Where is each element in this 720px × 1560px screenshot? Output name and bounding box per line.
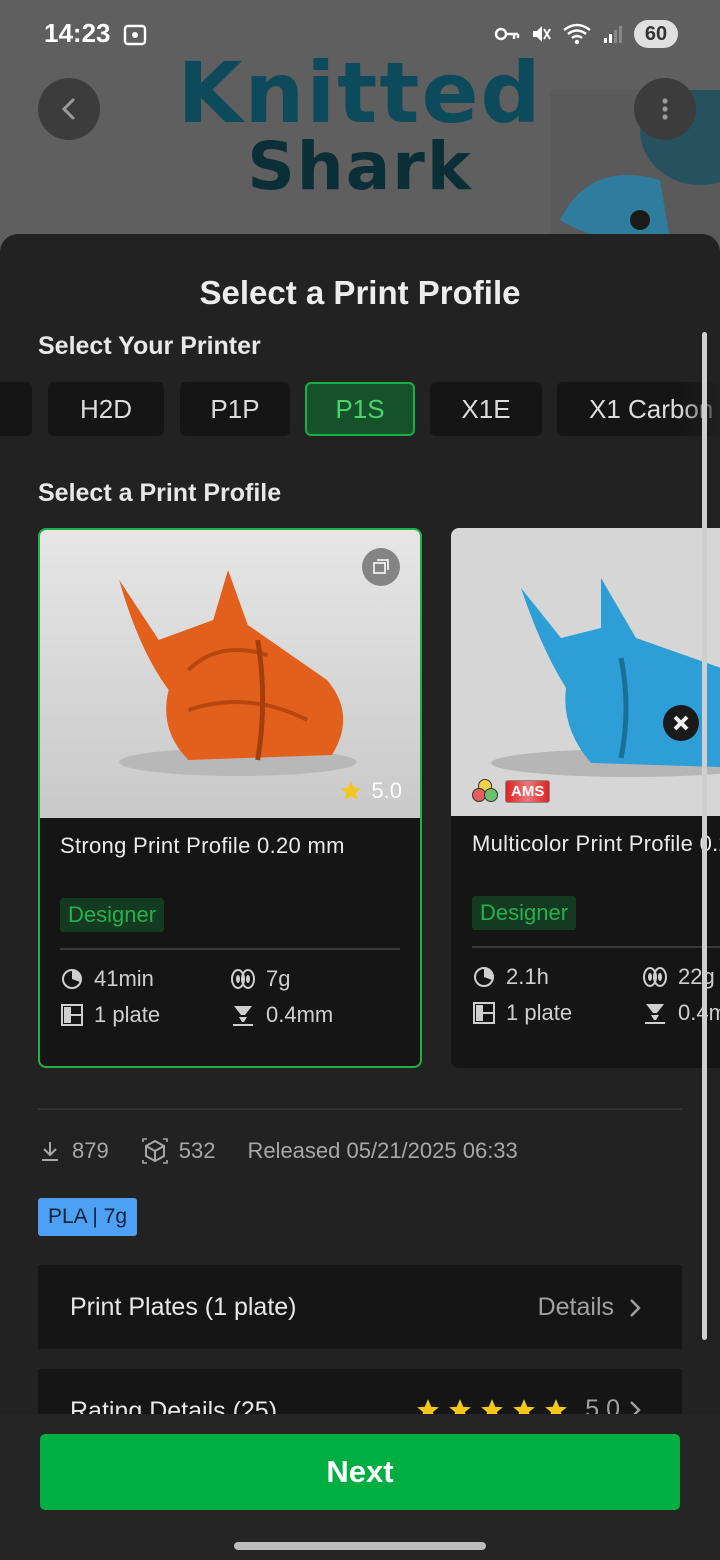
nozzle-icon xyxy=(645,1004,665,1024)
nozzle-stat: 0.4mm xyxy=(642,1000,720,1026)
mute-icon xyxy=(533,26,551,42)
clock-icon xyxy=(474,967,494,987)
sheet-scrollbar[interactable] xyxy=(702,332,707,1340)
profile-title: Strong Print Profile 0.20 mm xyxy=(60,833,345,858)
print-plates-label: Print Plates (1 plate) xyxy=(70,1293,297,1321)
chevron-left-icon xyxy=(61,98,75,120)
print-time-stat: 41min xyxy=(60,966,154,992)
filament-weight-value: 22g xyxy=(678,964,715,989)
more-vertical-icon xyxy=(662,98,668,120)
printer-chip-list: H2D P1P P1S X1E X1 Carbon xyxy=(0,382,720,436)
printer-chip-x1e[interactable]: X1E xyxy=(430,382,542,436)
profile-title: Multicolor Print Profile 0.20 mm xyxy=(472,831,720,856)
print-time-value: 2.1h xyxy=(506,964,549,989)
print-profile-sheet: Select a Print Profile Select Your Print… xyxy=(0,234,720,1560)
profile-card-multicolor[interactable]: AMS Multicolor Print Profile 0.20 mm Des… xyxy=(451,528,720,1068)
printer-chip-p1s[interactable]: P1S xyxy=(305,382,415,436)
plates-value: 1 plate xyxy=(506,1000,573,1025)
designer-badge: Designer xyxy=(472,896,577,930)
sheet-title: Select a Print Profile xyxy=(199,274,521,311)
designer-badge: Designer xyxy=(60,898,165,932)
key-icon xyxy=(494,27,520,41)
card-divider xyxy=(60,948,400,950)
back-button[interactable] xyxy=(38,78,100,140)
plates-value: 1 plate xyxy=(94,1002,161,1027)
nozzle-icon xyxy=(233,1006,253,1026)
screenshot-icon xyxy=(123,24,147,46)
ams-badge: AMS xyxy=(505,779,551,803)
download-icon xyxy=(42,1142,58,1161)
print-plates-row[interactable]: Print Plates (1 plate) Details xyxy=(38,1265,682,1349)
printer-chip-h2d[interactable]: H2D xyxy=(48,382,164,436)
filament-spool-icon xyxy=(643,967,667,987)
card-divider xyxy=(472,946,720,948)
printer-chip-0[interactable] xyxy=(0,382,32,436)
section-divider xyxy=(38,1108,682,1110)
multi-image-icon xyxy=(362,548,400,586)
status-icons: 60 xyxy=(494,20,678,48)
bottom-action-bar: Next xyxy=(0,1414,720,1560)
print-count: 532 xyxy=(178,1138,216,1163)
plate-icon xyxy=(61,1004,83,1026)
filament-weight-value: 7g xyxy=(266,966,291,991)
print-time-value: 41min xyxy=(94,966,154,991)
filament-spool-icon xyxy=(231,969,255,989)
next-button[interactable]: Next xyxy=(40,1434,680,1510)
print-time-stat: 2.1h xyxy=(472,964,549,990)
profile-card-strong[interactable]: 5.0 Strong Print Profile 0.20 mm Designe… xyxy=(38,528,422,1068)
wifi-icon xyxy=(563,23,591,45)
filament-weight-stat: 7g xyxy=(230,966,290,992)
profile-rating-badge: 5.0 xyxy=(339,778,402,804)
release-date: Released 05/21/2025 06:33 xyxy=(247,1138,518,1163)
status-bar: 14:23 60 xyxy=(0,14,720,58)
profile-image-blue-shark xyxy=(451,528,720,816)
more-options-button[interactable] xyxy=(634,78,696,140)
download-count: 879 xyxy=(72,1138,109,1163)
chip-fade-overlay xyxy=(680,382,720,436)
print-plates-details[interactable]: Details xyxy=(538,1293,642,1322)
profile-section-label: Select a Print Profile xyxy=(38,479,282,507)
chevron-right-icon xyxy=(630,1298,641,1317)
profile-meta-row: 879 532 Released 05/21/2025 06:33 xyxy=(38,1138,518,1164)
nozzle-value: 0.4mm xyxy=(678,1000,720,1025)
battery-indicator: 60 xyxy=(634,20,678,48)
home-indicator[interactable] xyxy=(234,1542,486,1550)
signal-icon xyxy=(604,26,622,43)
plate-icon xyxy=(473,1002,495,1024)
profile-rating-value: 5.0 xyxy=(371,778,402,803)
clock-icon xyxy=(62,969,82,989)
nozzle-stat: 0.4mm xyxy=(230,1002,333,1028)
star-icon xyxy=(341,781,362,800)
multicolor-icon xyxy=(472,779,498,802)
printer-section-label: Select Your Printer xyxy=(38,332,261,360)
status-time: 14:23 xyxy=(44,18,111,48)
multicolor-indicator: AMS xyxy=(471,778,551,804)
plates-stat: 1 plate xyxy=(472,1000,572,1026)
nozzle-value: 0.4mm xyxy=(266,1002,334,1027)
plates-stat: 1 plate xyxy=(60,1002,160,1028)
printer-chip-p1p[interactable]: P1P xyxy=(180,382,290,436)
material-tag: PLA | 7g xyxy=(38,1198,138,1236)
details-link[interactable]: Details xyxy=(538,1293,614,1322)
print-count-icon xyxy=(141,1138,168,1164)
